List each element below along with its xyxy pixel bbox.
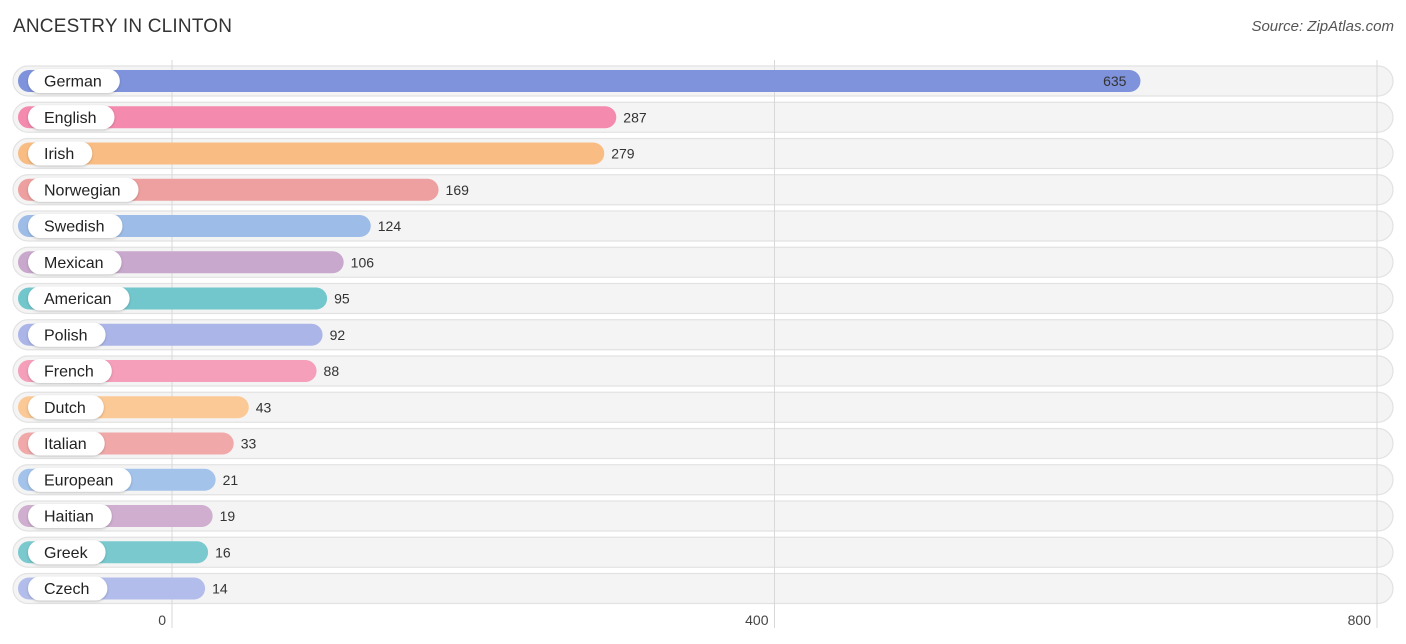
bar[interactable] xyxy=(18,142,605,165)
value-label: 124 xyxy=(378,218,402,234)
x-tick-label: 800 xyxy=(1348,612,1372,628)
value-label: 287 xyxy=(623,109,647,125)
category-label: English xyxy=(44,110,96,127)
category-label: Irish xyxy=(44,146,74,163)
category-label: Greek xyxy=(44,545,89,562)
value-label: 16 xyxy=(215,544,231,560)
x-tick-label: 400 xyxy=(745,612,769,628)
value-label: 92 xyxy=(330,327,346,343)
category-label: French xyxy=(44,364,94,381)
category-label: American xyxy=(44,291,112,308)
category-label: Haitian xyxy=(44,509,94,526)
bar-row: Irish 279 xyxy=(18,141,635,166)
bar-row: Czech 14 xyxy=(18,576,228,601)
bar-row: Haitian 19 xyxy=(18,504,235,528)
value-label: 169 xyxy=(446,182,470,198)
value-label: 43 xyxy=(256,399,272,415)
bar-row: French 88 xyxy=(18,359,339,383)
bar-chart: German 635 English 287 Irish 279 Norwegian 169 S… xyxy=(12,60,1394,628)
x-tick-label: 0 xyxy=(158,612,166,628)
category-label: Italian xyxy=(44,436,87,453)
bar-row: Greek 16 xyxy=(18,540,231,565)
value-label: 33 xyxy=(241,436,257,452)
row-track xyxy=(12,464,1394,496)
bar-row: Norwegian 169 xyxy=(18,177,470,202)
category-label: Czech xyxy=(44,581,89,598)
value-label: 635 xyxy=(1103,73,1127,89)
bar-row: Mexican 106 xyxy=(18,250,375,275)
bar-row: Dutch 43 xyxy=(18,395,272,420)
bar-row: German 635 xyxy=(18,69,1141,93)
bar-row: European 21 xyxy=(18,467,239,492)
category-label: Dutch xyxy=(44,400,86,417)
value-label: 21 xyxy=(223,472,239,488)
value-label: 106 xyxy=(351,254,375,270)
bar-row: Swedish 124 xyxy=(18,214,401,238)
category-label: Norwegian xyxy=(44,182,120,199)
value-label: 88 xyxy=(324,363,340,379)
value-label: 19 xyxy=(220,508,236,524)
bar-row: American 95 xyxy=(18,286,350,311)
category-label: Polish xyxy=(44,327,88,344)
category-label: Mexican xyxy=(44,255,104,272)
category-label: European xyxy=(44,472,113,489)
category-label: German xyxy=(44,74,102,91)
bar-row: Italian 33 xyxy=(18,431,257,456)
bar-row: English 287 xyxy=(18,105,647,130)
value-label: 14 xyxy=(212,581,228,597)
bar-row: Polish 92 xyxy=(18,322,346,347)
bar[interactable] xyxy=(18,70,1141,92)
value-label: 95 xyxy=(334,291,350,307)
category-label: Swedish xyxy=(44,219,104,236)
value-label: 279 xyxy=(611,146,635,162)
